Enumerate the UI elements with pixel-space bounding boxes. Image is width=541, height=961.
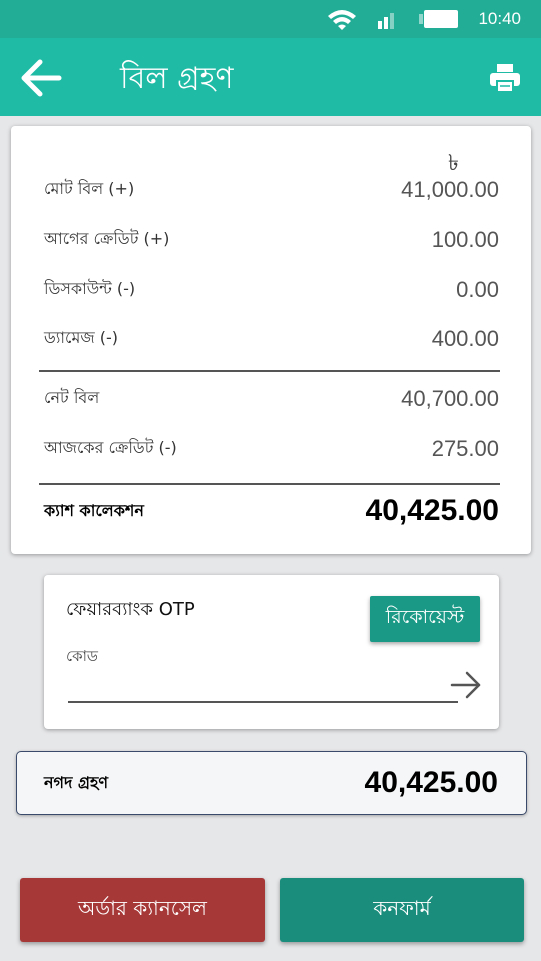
app-bar: বিল গ্রহণ [0, 38, 541, 116]
bill-row-total-bill: মোট বিল (+) 41,000.00 [44, 176, 499, 203]
bill-row-value: 400.00 [431, 325, 499, 351]
bill-row-label: নেট বিল [44, 388, 100, 407]
bill-row-label: ডিসকাউন্ট (-) [44, 279, 136, 298]
cash-received-value: 40,425.00 [364, 766, 498, 799]
battery-icon [419, 10, 459, 28]
otp-code-input[interactable] [68, 671, 458, 703]
bill-summary-card: ৳ মোট বিল (+) 41,000.00 আগের ক্রেডিট (+)… [11, 126, 531, 554]
code-label: কোড [66, 647, 98, 665]
divider [39, 370, 500, 372]
bill-row-value: 100.00 [431, 226, 499, 252]
status-time: 10:40 [478, 9, 521, 28]
bill-row-value: 41,000.00 [401, 176, 499, 202]
bill-row-damage: ড্যামেজ (-) 400.00 [44, 325, 499, 352]
bill-row-label: আগের ক্রেডিট (+) [44, 229, 170, 248]
back-arrow-icon[interactable] [20, 58, 62, 98]
cash-collection-label: ক্যাশ কালেকশন [44, 500, 144, 520]
bill-row-net-bill: নেট বিল 40,700.00 [44, 385, 499, 412]
arrow-right-icon[interactable] [449, 670, 483, 700]
bill-row-value: 40,700.00 [401, 385, 499, 411]
wifi-icon [328, 10, 357, 30]
bill-row-previous-credit: আগের ক্রেডিট (+) 100.00 [44, 226, 499, 253]
cancel-order-button[interactable]: অর্ডার ক্যানসেল [20, 878, 265, 942]
printer-icon[interactable] [489, 63, 521, 93]
page-title: বিল গ্রহণ [120, 61, 234, 96]
otp-card: ফেয়ারব্যাংক OTP রিকোয়েস্ট কোড [44, 575, 499, 729]
cash-collection-value: 40,425.00 [365, 494, 499, 527]
bill-row-label: আজকের ক্রেডিট (-) [44, 438, 177, 457]
otp-title: ফেয়ারব্যাংক OTP [66, 599, 195, 620]
status-bar: 10:40 [0, 0, 541, 38]
bill-row-value: 275.00 [431, 435, 499, 461]
bill-row-label: ড্যামেজ (-) [44, 328, 119, 347]
bill-row-value: 0.00 [456, 276, 499, 302]
request-otp-button[interactable]: রিকোয়েস্ট [370, 596, 480, 642]
bill-row-discount: ডিসকাউন্ট (-) 0.00 [44, 276, 499, 303]
cash-collection-row: ক্যাশ কালেকশন 40,425.00 [44, 494, 499, 528]
confirm-button[interactable]: কনফার্ম [280, 878, 524, 942]
bill-row-today-credit: আজকের ক্রেডিট (-) 275.00 [44, 435, 499, 462]
signal-icon [378, 13, 395, 29]
cash-received-label: নগদ গ্রহণ [44, 772, 109, 792]
bill-row-label: মোট বিল (+) [44, 179, 135, 198]
cash-received-card: নগদ গ্রহণ 40,425.00 [16, 751, 527, 815]
divider [39, 483, 500, 485]
